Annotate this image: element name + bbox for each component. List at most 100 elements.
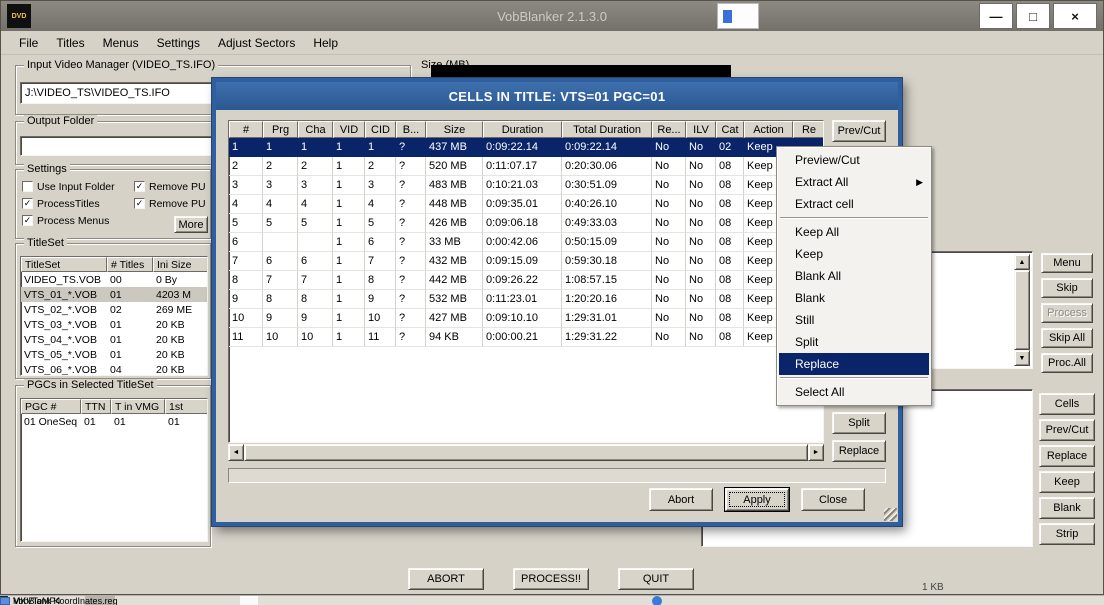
table-row[interactable]: VTS_02_*.VOB 02 269 ME (21, 302, 207, 317)
table-row[interactable]: VTS_03_*.VOB 01 20 KB (21, 317, 207, 332)
replace-button[interactable]: Replace (1039, 445, 1095, 467)
context-menu-item-extract-all[interactable]: Extract All ▶ (779, 171, 929, 193)
close-button[interactable]: × (1053, 3, 1097, 29)
context-menu-item-extract-cell[interactable]: Extract cell (779, 193, 929, 215)
more-button[interactable]: More (174, 216, 208, 233)
context-menu-item-blank[interactable]: Blank (779, 287, 929, 309)
checkbox-remove-pu[interactable]: ✓ Remove PU (134, 198, 210, 210)
abort-button[interactable]: Abort (649, 488, 713, 511)
table-row[interactable]: 5 5 5 1 5? 426 MB 0:09:06.18 0:49:33.03 No No 08 Ke… (229, 214, 823, 233)
minimize-button[interactable]: — (979, 3, 1013, 29)
column-header-size[interactable]: Size (426, 121, 483, 138)
apply-button[interactable]: Apply (725, 488, 789, 511)
context-menu-item-blank-all[interactable]: Blank All (779, 265, 929, 287)
context-menu-item-replace[interactable]: Replace (779, 353, 929, 375)
column-header-ini-size[interactable]: Ini Size (153, 257, 207, 272)
table-row[interactable]: VTS_05_*.VOB 01 20 KB (21, 347, 207, 362)
column-header-total-duration[interactable]: Total Duration (562, 121, 652, 138)
table-row[interactable]: VTS_04_*.VOB 01 20 KB (21, 332, 207, 347)
maximize-button[interactable]: □ (1016, 3, 1050, 29)
scroll-right-button[interactable]: ► (808, 444, 824, 461)
process-button[interactable]: Process (1041, 303, 1093, 323)
menu-item-adjust-sectors[interactable]: Adjust Sectors (210, 34, 303, 52)
column-header-action[interactable]: Action (744, 121, 793, 138)
menu-button[interactable]: Menu (1041, 253, 1093, 273)
table-row[interactable]: 9 8 8 1 9? 532 MB 0:11:23.01 1:20:20.16 No No 08 Ke… (229, 290, 823, 309)
titleset-table[interactable]: TitleSet # Titles Ini Size VIDEO_TS.VOB 00 0 … (20, 256, 208, 376)
pgc-table[interactable]: PGC # TTN T in VMG 1st 01 OneSeq 01 01 01 (20, 398, 208, 542)
abort-button[interactable]: ABORT (408, 568, 484, 590)
scroll-down-button[interactable]: ▼ (1014, 350, 1030, 366)
table-row[interactable]: 6 1 6? 33 MB 0:00:42.06 0:50:15.09 No No 08 Keep (229, 233, 823, 252)
context-menu-item-still[interactable]: Still (779, 309, 929, 331)
close-button[interactable]: Close (801, 488, 865, 511)
menu-item-file[interactable]: File (11, 34, 46, 52)
table-row[interactable]: VTS_06_*.VOB 04 20 KB (21, 362, 207, 376)
context-menu-item-split[interactable]: Split (779, 331, 929, 353)
menu-item-menus[interactable]: Menus (95, 34, 147, 52)
table-row[interactable]: 2 2 2 1 2? 520 MB 0:11:07.17 0:20:30.06 No No 08 Ke… (229, 157, 823, 176)
split-button[interactable]: Split (832, 412, 886, 434)
quit-button[interactable]: QUIT (618, 568, 694, 590)
dialog-title-bar[interactable]: CELLS IN TITLE: VTS=01 PGC=01 (216, 82, 898, 110)
column-header-1st[interactable]: 1st (165, 399, 207, 414)
prev-cut-button[interactable]: Prev/Cut (832, 120, 886, 142)
table-row[interactable]: 1 1 1 1 1? 437 MB 0:09:22.14 0:09:22.14 No No 02 Ke… (229, 138, 823, 157)
column-header-prg[interactable]: Prg (263, 121, 298, 138)
column-header-cha[interactable]: Cha (298, 121, 333, 138)
checkbox-use-input-folder[interactable]: Use Input Folder (22, 181, 134, 193)
menu-item-help[interactable]: Help (305, 34, 346, 52)
column-header-titleset[interactable]: TitleSet (21, 257, 107, 272)
scroll-left-button[interactable]: ◄ (228, 444, 244, 461)
keep-button[interactable]: Keep (1039, 471, 1095, 493)
table-row[interactable]: 10 9 9 1 10? 427 MB 0:09:10.10 1:29:31.01 No No 08… (229, 309, 823, 328)
column-header-ilv[interactable]: ILV (686, 121, 716, 138)
scroll-up-button[interactable]: ▲ (1014, 254, 1030, 270)
cells-table[interactable]: # Prg Cha VID CID B... Size Duration Total Durat… (228, 120, 824, 443)
column-header-re[interactable]: Re (793, 121, 823, 138)
column-header-cid[interactable]: CID (365, 121, 396, 138)
column-header-vid[interactable]: VID (333, 121, 365, 138)
column-header-item[interactable]: # (229, 121, 263, 138)
cells-horizontal-scrollbar[interactable]: ◄ ► (228, 444, 824, 461)
skip-button[interactable]: Skip (1041, 278, 1093, 298)
title-bar[interactable]: DVD VobBlanker 2.1.3.0 — □ × (1, 1, 1103, 31)
table-row[interactable]: 3 3 3 1 3? 483 MB 0:10:21.03 0:30:51.09 No No 08 Ke… (229, 176, 823, 195)
process-button[interactable]: PROCESS!! (513, 568, 589, 590)
menu-item-settings[interactable]: Settings (149, 34, 208, 52)
table-row[interactable]: 4 4 4 1 4? 448 MB 0:09:35.01 0:40:26.10 No No 08 Ke… (229, 195, 823, 214)
cells-button[interactable]: Cells (1039, 393, 1095, 415)
taskbar-item-vobblank-koordinates-reg[interactable]: VobBlank KoordInates.reg (0, 596, 118, 605)
column-header-duration[interactable]: Duration (483, 121, 562, 138)
table-row[interactable]: 11 10 10 1 11? 94 KB 0:00:00.21 1:29:31.22 No No 0… (229, 328, 823, 347)
context-menu-item-keep[interactable]: Keep (779, 243, 929, 265)
column-header-titles[interactable]: # Titles (107, 257, 153, 272)
column-header-pgc[interactable]: PGC # (21, 399, 81, 414)
table-row[interactable]: VTS_01_*.VOB 01 4203 M (21, 287, 207, 302)
scrollbar-thumb[interactable] (1014, 270, 1030, 350)
context-menu-item-preview-cut[interactable]: Preview/Cut (779, 149, 929, 171)
table-row[interactable]: 8 7 7 1 8? 442 MB 0:09:26.22 1:08:57.15 No No 08 Ke… (229, 271, 823, 290)
context-menu-item-select-all[interactable]: Select All (779, 381, 929, 403)
table-row[interactable]: 01 OneSeq 01 01 01 (21, 414, 207, 429)
resize-grip[interactable] (884, 508, 897, 521)
table-row[interactable]: 7 6 6 1 7? 432 MB 0:09:15.09 0:59:30.18 No No 08 Ke… (229, 252, 823, 271)
column-header-ttn[interactable]: TTN (81, 399, 111, 414)
blank-button[interactable]: Blank (1039, 497, 1095, 519)
checkbox-processtitles[interactable]: ✓ ProcessTitles (22, 198, 134, 210)
table-row[interactable]: VIDEO_TS.VOB 00 0 By (21, 272, 207, 287)
proc-all-button[interactable]: Proc.All (1041, 353, 1093, 373)
column-header-b[interactable]: B... (396, 121, 426, 138)
column-header-t-in-vmg[interactable]: T in VMG (111, 399, 165, 414)
menu-item-titles[interactable]: Titles (48, 34, 92, 52)
checkbox-process-menus[interactable]: ✓ Process Menus (22, 215, 134, 227)
column-header-cat[interactable]: Cat (716, 121, 744, 138)
checkbox-remove-pu[interactable]: ✓ Remove PU (134, 181, 210, 193)
skip-all-button[interactable]: Skip All (1041, 328, 1093, 348)
horizontal-scrollbar-thumb[interactable] (244, 444, 808, 461)
replace-button[interactable]: Replace (832, 440, 886, 462)
prev-cut-button[interactable]: Prev/Cut (1039, 419, 1095, 441)
context-menu-item-keep-all[interactable]: Keep All (779, 221, 929, 243)
strip-button[interactable]: Strip (1039, 523, 1095, 545)
column-header-re[interactable]: Re... (652, 121, 686, 138)
